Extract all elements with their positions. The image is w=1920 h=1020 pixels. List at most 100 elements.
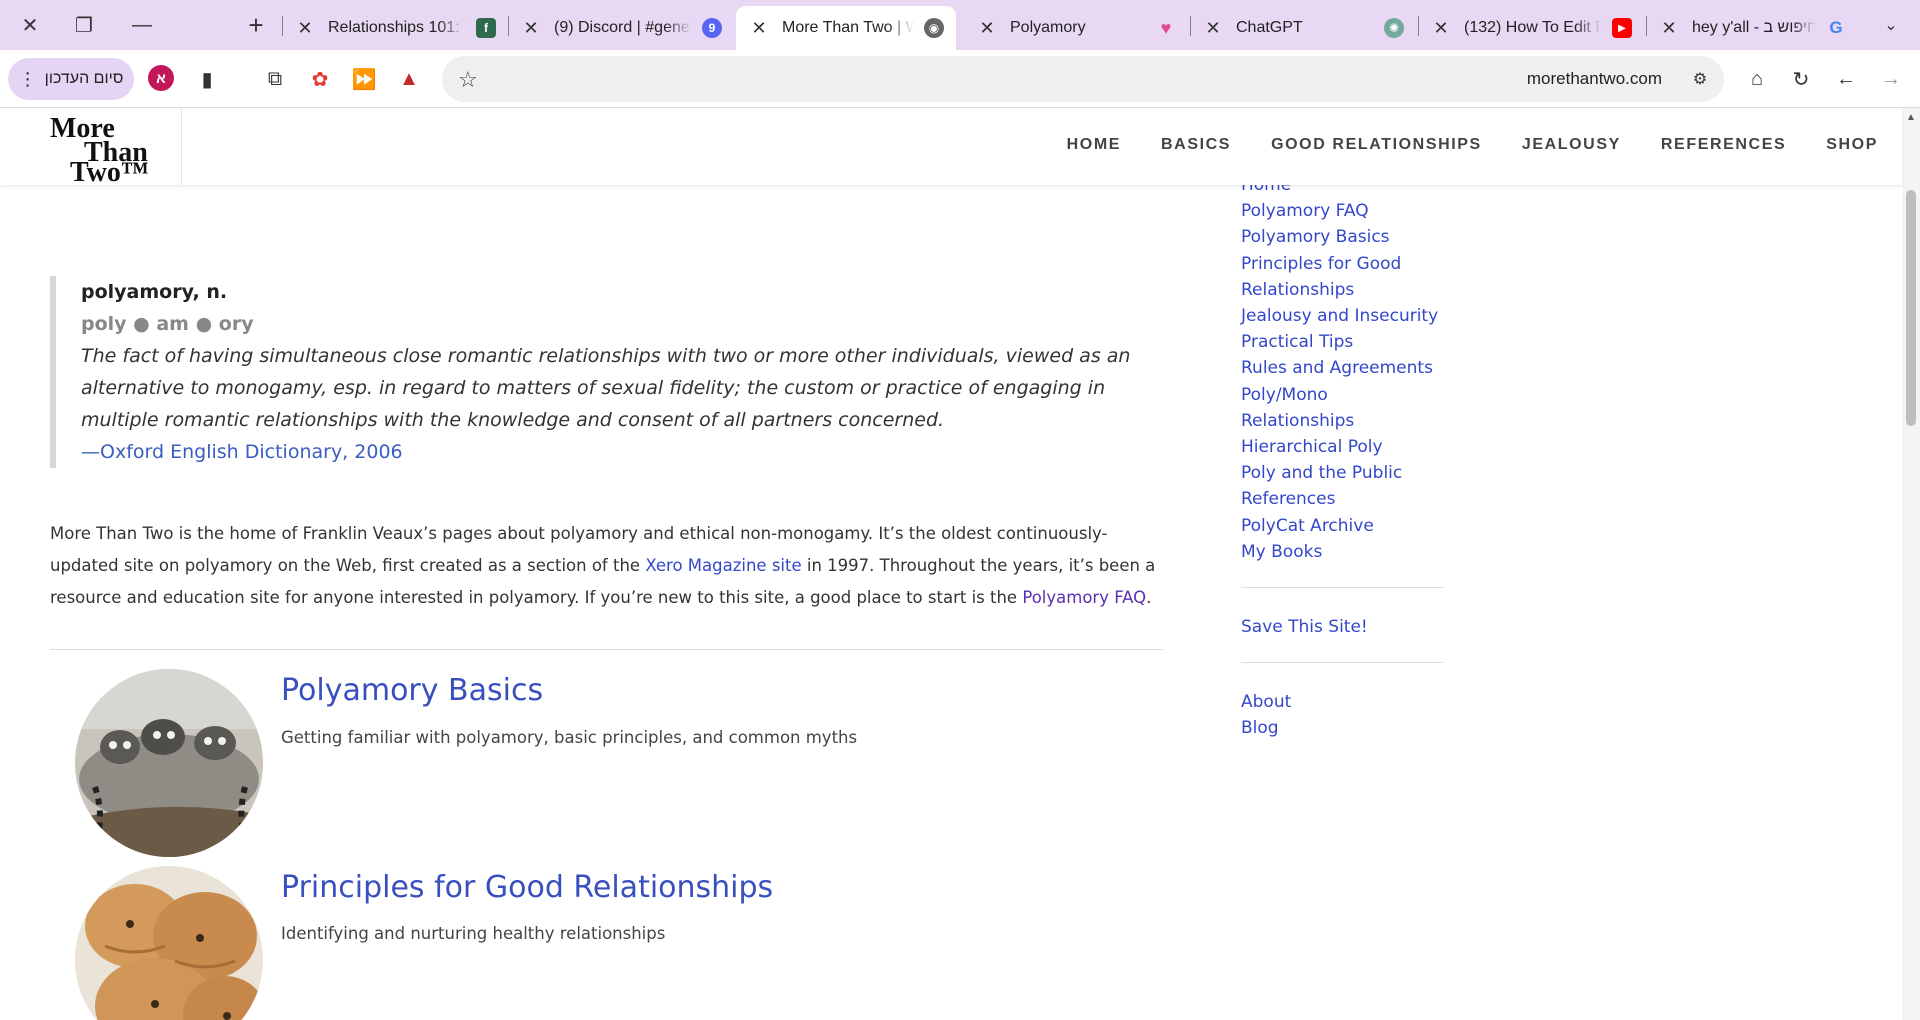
tab-close-icon[interactable]: ✕ — [1658, 18, 1680, 39]
tab-chatgpt[interactable]: ✕ ChatGPT ✺ — [1190, 6, 1416, 50]
sidebar-link-poly-public[interactable]: Poly and the Public — [1241, 460, 1443, 486]
polyamory-basics-link[interactable]: Polyamory Basics — [281, 673, 543, 708]
extensions-icon[interactable]: ⧉ — [260, 64, 290, 94]
finish-update-label: סיום העדכון — [44, 70, 124, 87]
site-logo[interactable]: More Than Two™ — [50, 110, 150, 188]
sidebar-divider — [1241, 587, 1443, 589]
scroll-thumb[interactable] — [1906, 190, 1916, 426]
card-description: Identifying and nurturing healthy relati… — [281, 924, 666, 943]
sidebar-link-rules[interactable]: Rules and Agreements — [1241, 355, 1443, 381]
page-scrollbar[interactable]: ▲ — [1902, 108, 1920, 1020]
chatgpt-icon: ✺ — [1384, 18, 1404, 38]
home-icon[interactable]: ⌂ — [1742, 64, 1772, 94]
sidebar-link-references[interactable]: References — [1241, 486, 1443, 512]
save-this-site-link[interactable]: Save This Site! — [1241, 614, 1443, 640]
tab-more-than-two[interactable]: ✕ More Than Two | We ◉ — [736, 6, 956, 50]
forward-icon[interactable]: → — [1876, 64, 1906, 94]
nav-good-relationships[interactable]: GOOD RELATIONSHIPS — [1271, 136, 1482, 154]
discord-icon: 9 — [702, 18, 722, 38]
definition-quote: polyamory, n. poly ● am ● ory The fact o… — [50, 276, 1150, 468]
nav-jealousy[interactable]: JEALOUSY — [1522, 136, 1621, 154]
sidebar-link-principles[interactable]: Principles for Good Relationships — [1241, 251, 1443, 303]
sidebar-link-polycat[interactable]: PolyCat Archive — [1241, 513, 1443, 539]
tab-title: Polyamory — [1010, 19, 1086, 36]
tab-title: (132) How To Edit Pro — [1464, 19, 1602, 36]
tab-title: More Than Two | We — [782, 19, 914, 36]
card-description: Getting familiar with polyamory, basic p… — [281, 728, 858, 747]
page-content: polyamory, n. poly ● am ● ory The fact o… — [0, 108, 1902, 1020]
puppies-image[interactable] — [75, 866, 263, 1020]
definition-source-link[interactable]: —Oxford English Dictionary, 2006 — [81, 436, 1150, 468]
tab-close-icon[interactable]: ✕ — [748, 18, 770, 39]
principles-good-relationships-link[interactable]: Principles for Good Relationships — [281, 870, 773, 905]
definition-term: polyamory, n. — [81, 281, 228, 303]
tab-youtube[interactable]: ✕ (132) How To Edit Pro ▶ — [1418, 6, 1644, 50]
sidebar-link-poly-mono[interactable]: Poly/Mono Relationships — [1241, 382, 1443, 434]
sidebar-link-hierarchical[interactable]: Hierarchical Poly — [1241, 434, 1443, 460]
media-extension-icon[interactable]: ⏩ — [349, 64, 379, 94]
intro-paragraph: More Than Two is the home of Franklin Ve… — [50, 518, 1160, 614]
tab-title: Relationships 101: Th — [328, 19, 466, 36]
divider — [50, 649, 1163, 650]
sidebar-nav: Home Polyamory FAQ Polyamory Basics Prin… — [1241, 172, 1443, 742]
sidebar-link-polyamory-faq[interactable]: Polyamory FAQ — [1241, 198, 1443, 224]
kebab-menu-icon: ⋮ — [18, 68, 37, 89]
url-text[interactable]: morethantwo.com — [1527, 69, 1662, 89]
browser-toolbar: ⋮ סיום העדכון א ▮ ⧉ ✿ ⏩ ▲ ☆ morethantwo.… — [0, 50, 1920, 108]
color-extension-icon[interactable]: ✿ — [305, 64, 335, 94]
tab-close-icon[interactable]: ✕ — [294, 18, 316, 39]
reload-icon[interactable]: ↻ — [1786, 64, 1816, 94]
tab-title: hey y'all - חיפוש ב-G — [1692, 19, 1816, 36]
nav-basics[interactable]: BASICS — [1161, 136, 1231, 154]
tab-title: ChatGPT — [1236, 19, 1303, 36]
site-header: More Than Two™ HOME BASICS GOOD RELATION… — [0, 108, 1902, 188]
definition-text: The fact of having simultaneous close ro… — [81, 345, 1131, 431]
sidebar-link-jealousy[interactable]: Jealousy and Insecurity — [1241, 303, 1443, 329]
tab-discord[interactable]: ✕ (9) Discord | #genera 9 — [508, 6, 734, 50]
intro-text: . — [1146, 588, 1152, 607]
google-icon: G — [1829, 18, 1843, 37]
scroll-up-arrow-icon[interactable]: ▲ — [1902, 112, 1920, 126]
nav-home[interactable]: HOME — [1067, 136, 1121, 154]
sidebar-link-about[interactable]: About — [1241, 689, 1443, 715]
tab-close-icon[interactable]: ✕ — [976, 18, 998, 39]
youtube-icon: ▶ — [1612, 18, 1632, 38]
xero-magazine-link[interactable]: Xero Magazine site — [645, 556, 801, 575]
tab-polyamory[interactable]: ✕ Polyamory ♥ — [964, 6, 1188, 50]
profile-avatar[interactable]: א — [148, 65, 174, 91]
back-icon[interactable]: ← — [1831, 64, 1861, 94]
tab-close-icon[interactable]: ✕ — [520, 18, 542, 39]
divider — [181, 108, 182, 185]
bookmark-star-icon[interactable]: ☆ — [458, 67, 478, 93]
main-nav: HOME BASICS GOOD RELATIONSHIPS JEALOUSY … — [1067, 136, 1878, 154]
logo-line: Two™ — [70, 157, 149, 188]
tab-close-icon[interactable]: ✕ — [1202, 18, 1224, 39]
nav-references[interactable]: REFERENCES — [1661, 136, 1786, 154]
sidebar-link-practical-tips[interactable]: Practical Tips — [1241, 329, 1443, 355]
close-window-icon[interactable]: ✕ — [0, 0, 60, 50]
polyamory-faq-link[interactable]: Polyamory FAQ — [1022, 588, 1146, 607]
feedly-icon: f — [476, 18, 496, 38]
lemurs-image[interactable] — [75, 669, 263, 857]
new-tab-button[interactable]: + — [236, 8, 276, 42]
tab-close-icon[interactable]: ✕ — [1430, 18, 1452, 39]
sidebar-divider — [1241, 662, 1443, 664]
pdf-extension-icon[interactable]: ▲ — [394, 64, 424, 94]
tab-strip: ✕ ❐ — + ✕ Relationships 101: Th f ✕ (9) … — [0, 0, 1920, 50]
tab-google-search[interactable]: ✕ hey y'all - חיפוש ב-G G — [1646, 6, 1858, 50]
nav-shop[interactable]: SHOP — [1826, 136, 1878, 154]
tab-search-chevron-icon[interactable]: ⌄ — [1866, 0, 1916, 50]
address-bar[interactable]: ☆ morethantwo.com ⚙ — [442, 56, 1724, 102]
minimize-window-icon[interactable]: — — [112, 0, 172, 50]
tab-title: (9) Discord | #genera — [554, 19, 692, 36]
sidebar-link-my-books[interactable]: My Books — [1241, 539, 1443, 565]
side-panel-icon[interactable]: ▮ — [192, 64, 222, 94]
sidebar-link-blog[interactable]: Blog — [1241, 715, 1443, 741]
tab-relationships[interactable]: ✕ Relationships 101: Th f — [282, 6, 508, 50]
finish-update-button[interactable]: ⋮ סיום העדכון — [8, 58, 134, 100]
heart-icon: ♥ — [1160, 17, 1172, 38]
restore-window-icon[interactable]: ❐ — [54, 0, 114, 50]
site-settings-icon[interactable]: ⚙ — [1686, 65, 1714, 93]
sidebar-link-polyamory-basics[interactable]: Polyamory Basics — [1241, 224, 1443, 250]
definition-pronunciation: poly ● am ● ory — [81, 313, 254, 335]
